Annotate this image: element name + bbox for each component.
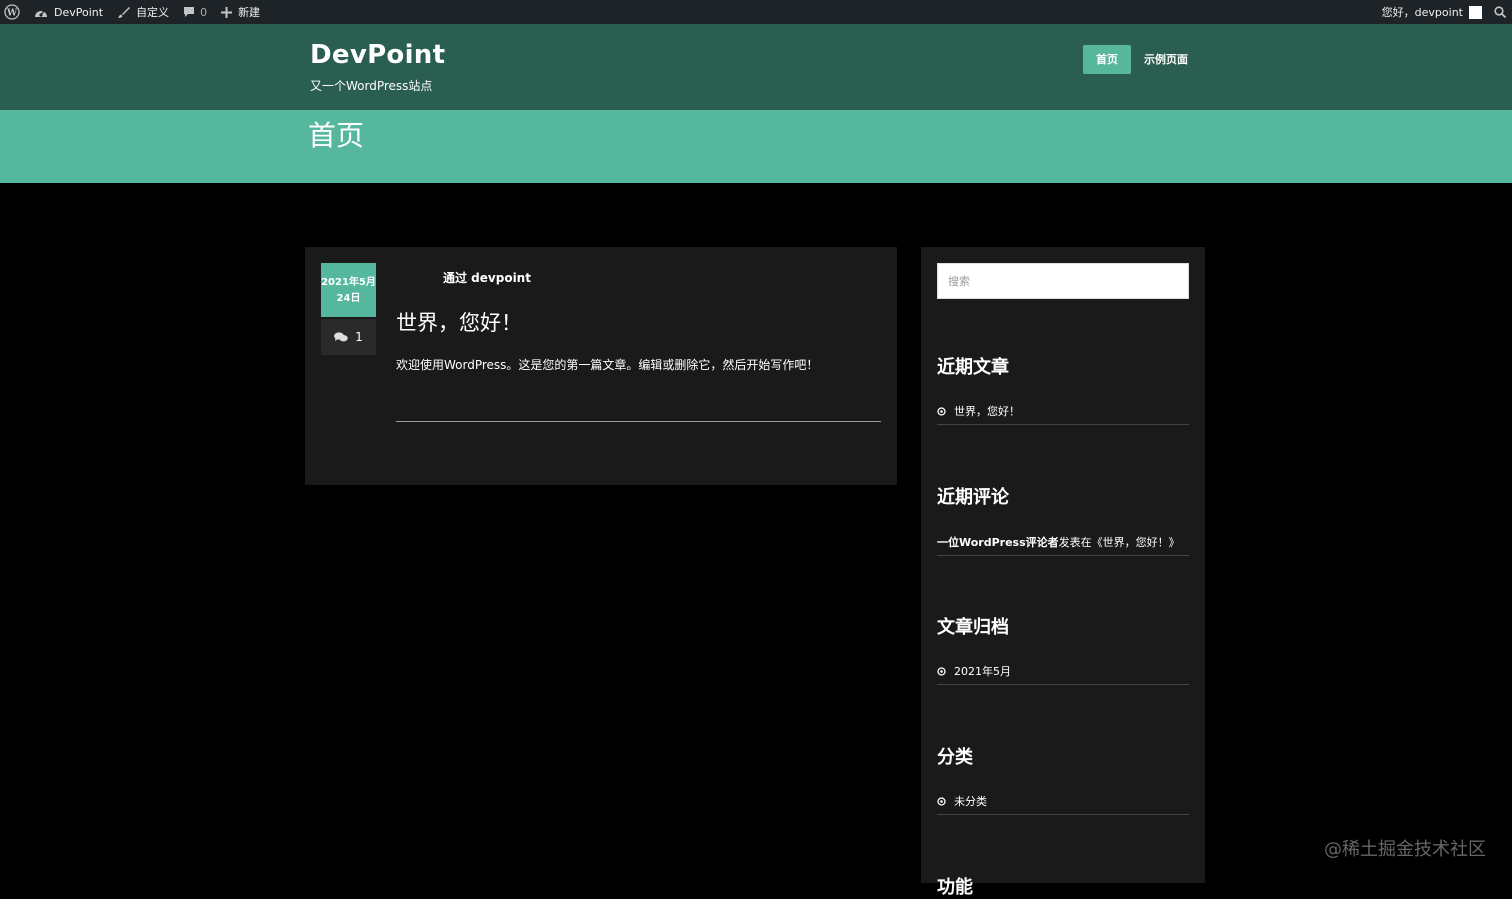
widget-categories: 分类 未分类 [937,743,1189,815]
post-date-badge: 2021年5月 24日 [321,263,376,317]
site-description: 又一个WordPress站点 [310,79,433,93]
post-card: 2021年5月 24日 1 通过 devpoint 世界，您好！ 欢迎使用Wor… [305,247,897,485]
comment-post-link[interactable]: 发表在《世界，您好！》 [1059,534,1180,550]
comment-count: 0 [200,5,208,19]
post-date-day: 24日 [336,293,361,304]
search-input[interactable] [937,263,1189,299]
customize-label: 自定义 [136,6,170,19]
site-title[interactable]: DevPoint [310,40,445,70]
comment-author-link[interactable]: 一位WordPress评论者 [937,534,1059,550]
list-item[interactable]: 世界，您好！ [937,403,1189,425]
svg-text:W: W [6,9,18,19]
plus-icon [221,6,233,18]
dashboard-icon [35,10,47,17]
sidebar: 近期文章 世界，您好！ 近期评论 一位WordPress评论者 发表在《世界，您… [921,247,1205,898]
search-icon[interactable] [1494,6,1506,18]
circle-bullet-icon [937,796,946,806]
list-item: 一位WordPress评论者 发表在《世界，您好！》 [937,534,1189,556]
comments-icon [334,331,348,341]
recent-post-link[interactable]: 世界，您好！ [954,403,1020,419]
new-content-link[interactable]: 新建 [221,0,260,24]
nav-item-sample-page[interactable]: 示例页面 [1131,45,1201,74]
widget-recent-comments: 近期评论 一位WordPress评论者 发表在《世界，您好！》 [937,483,1189,556]
widget-title-recent-posts: 近期文章 [937,357,1009,378]
wordpress-logo-icon[interactable]: W [4,0,20,24]
post-comment-count: 1 [355,330,363,344]
admin-bar: W DevPoint 自定义 0 新建 您好，devpoint [0,0,1512,24]
widget-recent-posts: 近期文章 世界，您好！ [937,353,1189,425]
widget-archives: 文章归档 2021年5月 [937,613,1189,685]
customize-link[interactable]: 自定义 [117,0,169,24]
widget-title-functions: 功能 [937,877,973,898]
comments-link[interactable]: 0 [183,0,207,24]
list-item[interactable]: 2021年5月 [937,663,1189,685]
widget-title-categories: 分类 [937,747,973,768]
post-author[interactable]: 通过 devpoint [443,269,531,286]
primary-nav: 首页 示例页面 [1083,45,1201,74]
brush-icon [118,6,131,18]
watermark: @稀土掘金技术社区 [1324,839,1486,860]
admin-bar-site-name: DevPoint [54,5,104,19]
circle-bullet-icon [937,666,946,676]
nav-item-home[interactable]: 首页 [1083,45,1131,74]
list-item[interactable]: 未分类 [937,793,1189,815]
avatar[interactable] [1469,5,1482,19]
post-excerpt: 欢迎使用WordPress。这是您的第一篇文章。编辑或删除它，然后开始写作吧！ [396,358,819,372]
post-divider [396,421,881,422]
page-title: 首页 [308,119,365,152]
widget-title-archives: 文章归档 [937,617,1009,638]
post-comments-link[interactable]: 1 [321,319,376,355]
admin-bar-site-link[interactable]: DevPoint [34,0,103,24]
site-header: DevPoint 又一个WordPress站点 首页 示例页面 [0,24,1512,110]
post-title[interactable]: 世界，您好！ [396,307,522,337]
category-link[interactable]: 未分类 [954,793,987,809]
widget-functions: 功能 [937,873,1189,899]
comment-bubble-icon [184,7,195,17]
page-title-band: 首页 [0,110,1512,183]
widget-title-recent-comments: 近期评论 [937,487,1009,508]
post-date-month: 2021年5月 [321,277,376,288]
account-greeting[interactable]: 您好，devpoint [1382,4,1463,20]
new-label: 新建 [238,6,261,19]
archive-link[interactable]: 2021年5月 [954,663,1011,679]
circle-bullet-icon [937,406,946,416]
